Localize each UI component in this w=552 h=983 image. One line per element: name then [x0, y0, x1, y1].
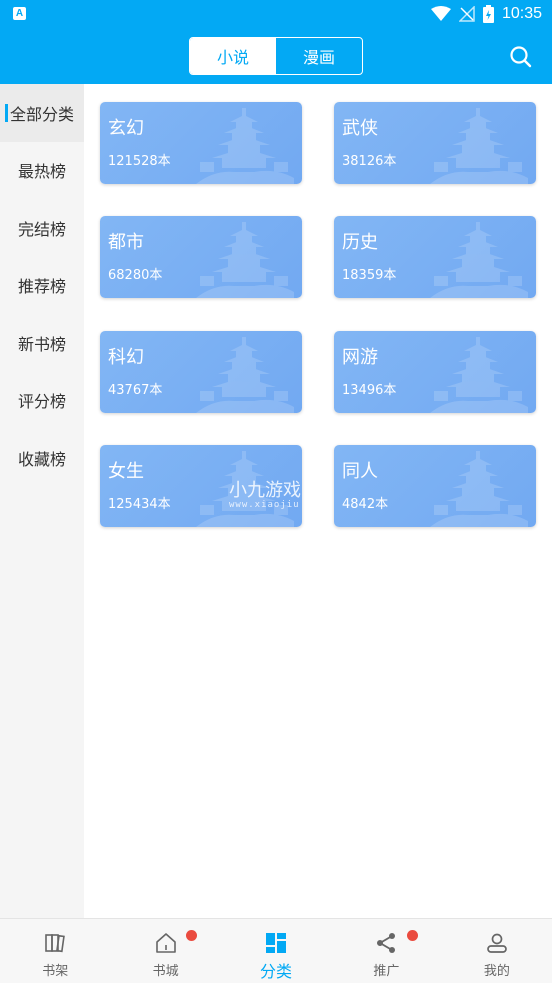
- content-type-tabs: 小说 漫画: [189, 37, 363, 75]
- category-name: 同人: [342, 461, 378, 482]
- wifi-icon: [430, 6, 451, 21]
- pagoda-decoration-icon: [194, 220, 294, 298]
- sidebar-item-favorites[interactable]: 收藏榜: [0, 429, 84, 487]
- tab-comic[interactable]: 漫画: [276, 38, 362, 74]
- status-time: 10:35: [501, 5, 542, 22]
- pagoda-decoration-icon: [194, 449, 294, 527]
- category-card[interactable]: 历史 18359本: [334, 216, 536, 298]
- nav-item-category[interactable]: 分类: [221, 919, 331, 983]
- sidebar-item-label: 全部分类: [9, 104, 74, 124]
- pagoda-decoration-icon: [428, 106, 528, 184]
- home-icon: [155, 933, 176, 953]
- category-name: 武侠: [342, 118, 378, 139]
- category-count: 121528本: [108, 154, 171, 169]
- category-name: 玄幻: [108, 118, 144, 139]
- no-signal-icon: [458, 6, 475, 22]
- nav-label: 书城: [152, 964, 179, 979]
- sidebar-item-rating[interactable]: 评分榜: [0, 372, 84, 430]
- app-notification-icon: A: [13, 7, 26, 20]
- category-grid-icon: [266, 933, 287, 953]
- category-count: 43767本: [108, 383, 163, 398]
- category-grid: 玄幻 121528本 武侠 38126本 都市 68280本 历史 18359本…: [84, 84, 552, 918]
- notification-badge: [186, 930, 198, 941]
- category-count: 4842本: [342, 497, 389, 512]
- sidebar-item-label: 评分榜: [17, 392, 66, 412]
- category-card[interactable]: 都市 68280本: [100, 216, 302, 298]
- sidebar-item-completed[interactable]: 完结榜: [0, 199, 84, 257]
- pagoda-decoration-icon: [428, 335, 528, 413]
- nav-item-bookshelf[interactable]: 书架: [0, 919, 110, 983]
- category-card[interactable]: 武侠 38126本: [334, 102, 536, 184]
- category-count: 68280本: [108, 268, 163, 283]
- search-icon[interactable]: [508, 44, 534, 70]
- status-indicators: 10:35: [430, 3, 542, 25]
- pagoda-decoration-icon: [428, 449, 528, 527]
- category-name: 女生: [108, 461, 144, 482]
- pagoda-decoration-icon: [428, 220, 528, 298]
- sidebar-item-label: 推荐榜: [17, 277, 66, 297]
- category-name: 都市: [108, 232, 144, 253]
- sidebar-item-recommended[interactable]: 推荐榜: [0, 257, 84, 315]
- category-name: 网游: [342, 347, 378, 368]
- nav-item-bookstore[interactable]: 书城: [110, 919, 220, 983]
- category-name: 科幻: [108, 347, 144, 368]
- user-icon: [486, 933, 507, 953]
- nav-label: 我的: [483, 964, 510, 979]
- notification-badge: [407, 930, 419, 941]
- sidebar-item-label: 完结榜: [17, 219, 66, 239]
- sidebar-item-label: 新书榜: [17, 334, 66, 354]
- category-count: 18359本: [342, 268, 397, 283]
- category-card[interactable]: 玄幻 121528本: [100, 102, 302, 184]
- category-count: 125434本: [108, 497, 171, 512]
- share-icon: [377, 933, 396, 953]
- nav-item-promote[interactable]: 推广: [331, 919, 441, 983]
- status-bar: A 10:35: [0, 0, 552, 28]
- battery-charging-icon: [482, 5, 494, 23]
- sidebar-item-new-books[interactable]: 新书榜: [0, 314, 84, 372]
- category-card[interactable]: 科幻 43767本: [100, 331, 302, 413]
- category-count: 38126本: [342, 154, 397, 169]
- category-card[interactable]: 同人 4842本: [334, 445, 536, 527]
- sidebar-item-label: 最热榜: [17, 162, 66, 182]
- nav-label: 推广: [373, 964, 400, 979]
- sidebar-item-label: 收藏榜: [17, 449, 66, 469]
- sidebar-item-hottest[interactable]: 最热榜: [0, 142, 84, 200]
- category-name: 历史: [342, 232, 378, 253]
- tab-novel[interactable]: 小说: [190, 38, 276, 74]
- category-card[interactable]: 女生 125434本: [100, 445, 302, 527]
- category-card[interactable]: 网游 13496本: [334, 331, 536, 413]
- sidebar-item-all-categories[interactable]: 全部分类: [0, 84, 84, 142]
- pagoda-decoration-icon: [194, 106, 294, 184]
- nav-label: 书架: [42, 964, 69, 979]
- bottom-navigation: 书架 书城 分类 推广 我的: [0, 918, 552, 983]
- pagoda-decoration-icon: [194, 335, 294, 413]
- ranking-sidebar: 全部分类 最热榜 完结榜 推荐榜 新书榜 评分榜 收藏榜: [0, 84, 84, 918]
- nav-label: 分类: [260, 962, 293, 981]
- top-app-bar: A 10:35 小说 漫画: [0, 0, 552, 84]
- nav-item-mine[interactable]: 我的: [442, 919, 552, 983]
- category-count: 13496本: [342, 383, 397, 398]
- bookshelf-icon: [45, 934, 66, 953]
